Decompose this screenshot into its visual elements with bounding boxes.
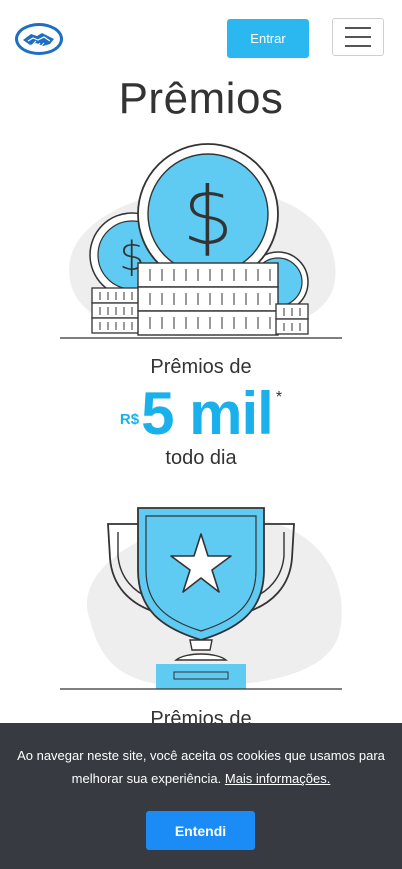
currency-symbol: R$ [119,411,140,428]
prize-amount: R$ 5 mil * [0,383,402,445]
page-title: Prêmios [118,74,284,123]
more-info-link[interactable]: Mais informações. [225,771,330,786]
accept-cookies-button[interactable]: Entendi [146,811,255,850]
amount-value: 5 mil [141,380,274,447]
trophy-illustration-icon [60,507,342,690]
prize-frequency: todo dia [165,447,237,469]
cookie-banner: Ao navegar neste site, você aceita os co… [0,723,402,869]
cookie-message: Ao navegar neste site, você aceita os co… [14,744,388,790]
coins-illustration-icon: $ $ [60,143,342,339]
hamburger-icon [345,27,371,29]
login-button[interactable]: Entrar [227,19,309,58]
asterisk-note: * [275,389,283,406]
prize-label: Prêmios de [150,356,252,378]
mercado-pago-logo-icon[interactable] [14,22,64,56]
menu-button[interactable] [332,18,384,56]
svg-text:$: $ [183,170,234,263]
top-header: Entrar [0,0,402,78]
